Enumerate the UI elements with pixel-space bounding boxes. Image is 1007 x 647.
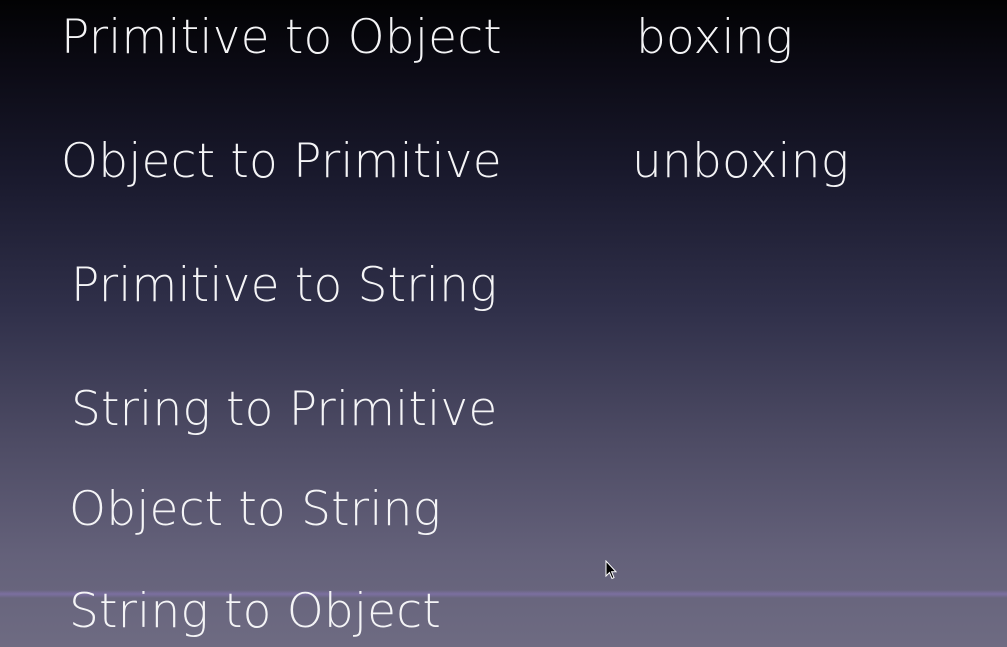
conversion-label-primitive-to-object: Primitive to Object bbox=[61, 10, 502, 65]
conversion-term-boxing: boxing bbox=[636, 10, 794, 65]
mouse-pointer-icon bbox=[605, 560, 617, 580]
conversion-label-object-to-string: Object to String bbox=[69, 482, 441, 537]
conversion-label-string-to-primitive: String to Primitive bbox=[71, 382, 498, 437]
conversion-term-unboxing: unboxing bbox=[632, 134, 850, 189]
conversion-label-object-to-primitive: Object to Primitive bbox=[61, 134, 502, 189]
slide-canvas: Primitive to Object boxing Object to Pri… bbox=[0, 0, 1007, 647]
conversion-label-primitive-to-string: Primitive to String bbox=[71, 258, 498, 313]
conversion-label-string-to-object: String to Object bbox=[69, 584, 441, 639]
